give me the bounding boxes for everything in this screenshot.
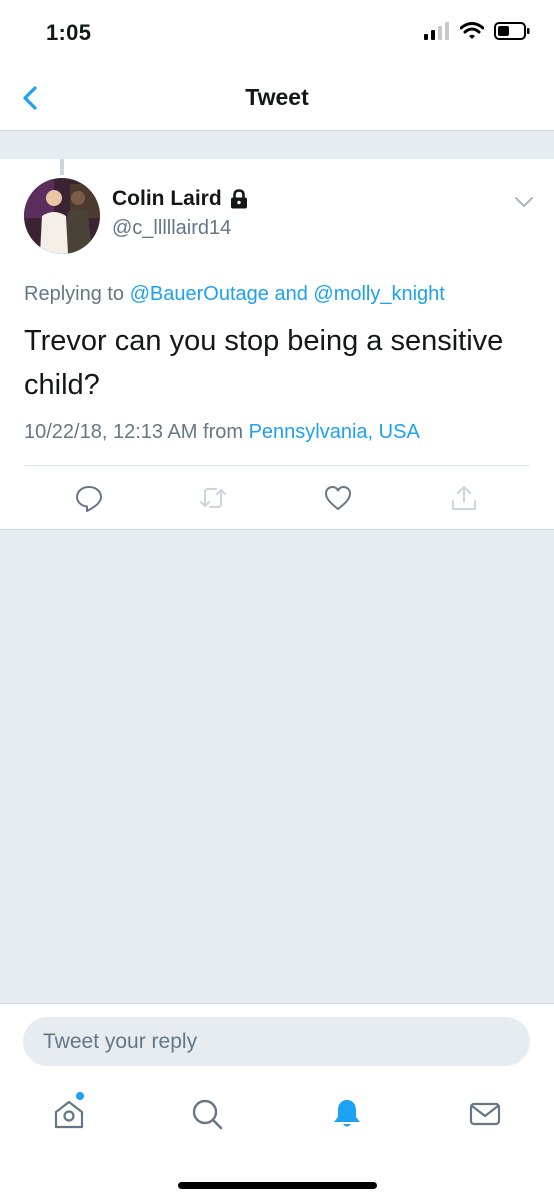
reply-input[interactable]: Tweet your reply	[23, 1017, 530, 1066]
signal-icon	[424, 22, 449, 40]
author-name[interactable]: Colin Laird	[112, 187, 222, 211]
tweet-location[interactable]: Pennsylvania, USA	[249, 421, 420, 443]
tweet-actions	[0, 465, 554, 529]
thread-line	[60, 159, 64, 175]
tweet-text: Trevor can you stop being a sensitive ch…	[24, 325, 504, 401]
author-handle[interactable]: @c_lllllaird14	[112, 217, 231, 240]
chevron-down-icon[interactable]	[514, 195, 534, 209]
search-icon[interactable]	[190, 1097, 224, 1131]
page-title: Tweet	[245, 84, 309, 110]
replying-and: and	[268, 283, 314, 305]
wifi-icon	[460, 22, 484, 39]
tweet-card: Colin Laird @c_lllllaird14 Replying to @…	[0, 159, 554, 530]
bottom-bar: Tweet your reply	[0, 1003, 554, 1201]
tweet-meta: 10/22/18, 12:13 AM from Pennsylvania, US…	[24, 421, 420, 444]
status-icons	[424, 22, 530, 40]
battery-icon	[494, 22, 530, 40]
nav-bar: Tweet	[0, 68, 554, 131]
reply-icon[interactable]	[74, 483, 104, 513]
home-badge	[76, 1092, 84, 1100]
replying-to: Replying to @BauerOutage and @molly_knig…	[24, 283, 445, 306]
tweet-timestamp: 10/22/18, 12:13 AM from	[24, 421, 249, 443]
mention-link[interactable]: @BauerOutage	[130, 283, 269, 305]
status-bar: 1:05	[0, 0, 554, 68]
retweet-icon[interactable]	[198, 483, 228, 513]
avatar[interactable]	[24, 178, 100, 254]
share-icon[interactable]	[449, 483, 479, 513]
mention-link[interactable]: @molly_knight	[313, 283, 444, 305]
author-row: Colin Laird	[112, 187, 248, 211]
status-time: 1:05	[46, 20, 92, 45]
replying-prefix: Replying to	[24, 283, 130, 305]
home-icon[interactable]	[52, 1097, 86, 1131]
lock-icon	[230, 189, 247, 209]
home-indicator	[178, 1182, 377, 1189]
heart-icon[interactable]	[323, 483, 353, 513]
bell-icon[interactable]	[330, 1097, 364, 1131]
mail-icon[interactable]	[468, 1097, 502, 1131]
avatar-image	[24, 178, 100, 254]
